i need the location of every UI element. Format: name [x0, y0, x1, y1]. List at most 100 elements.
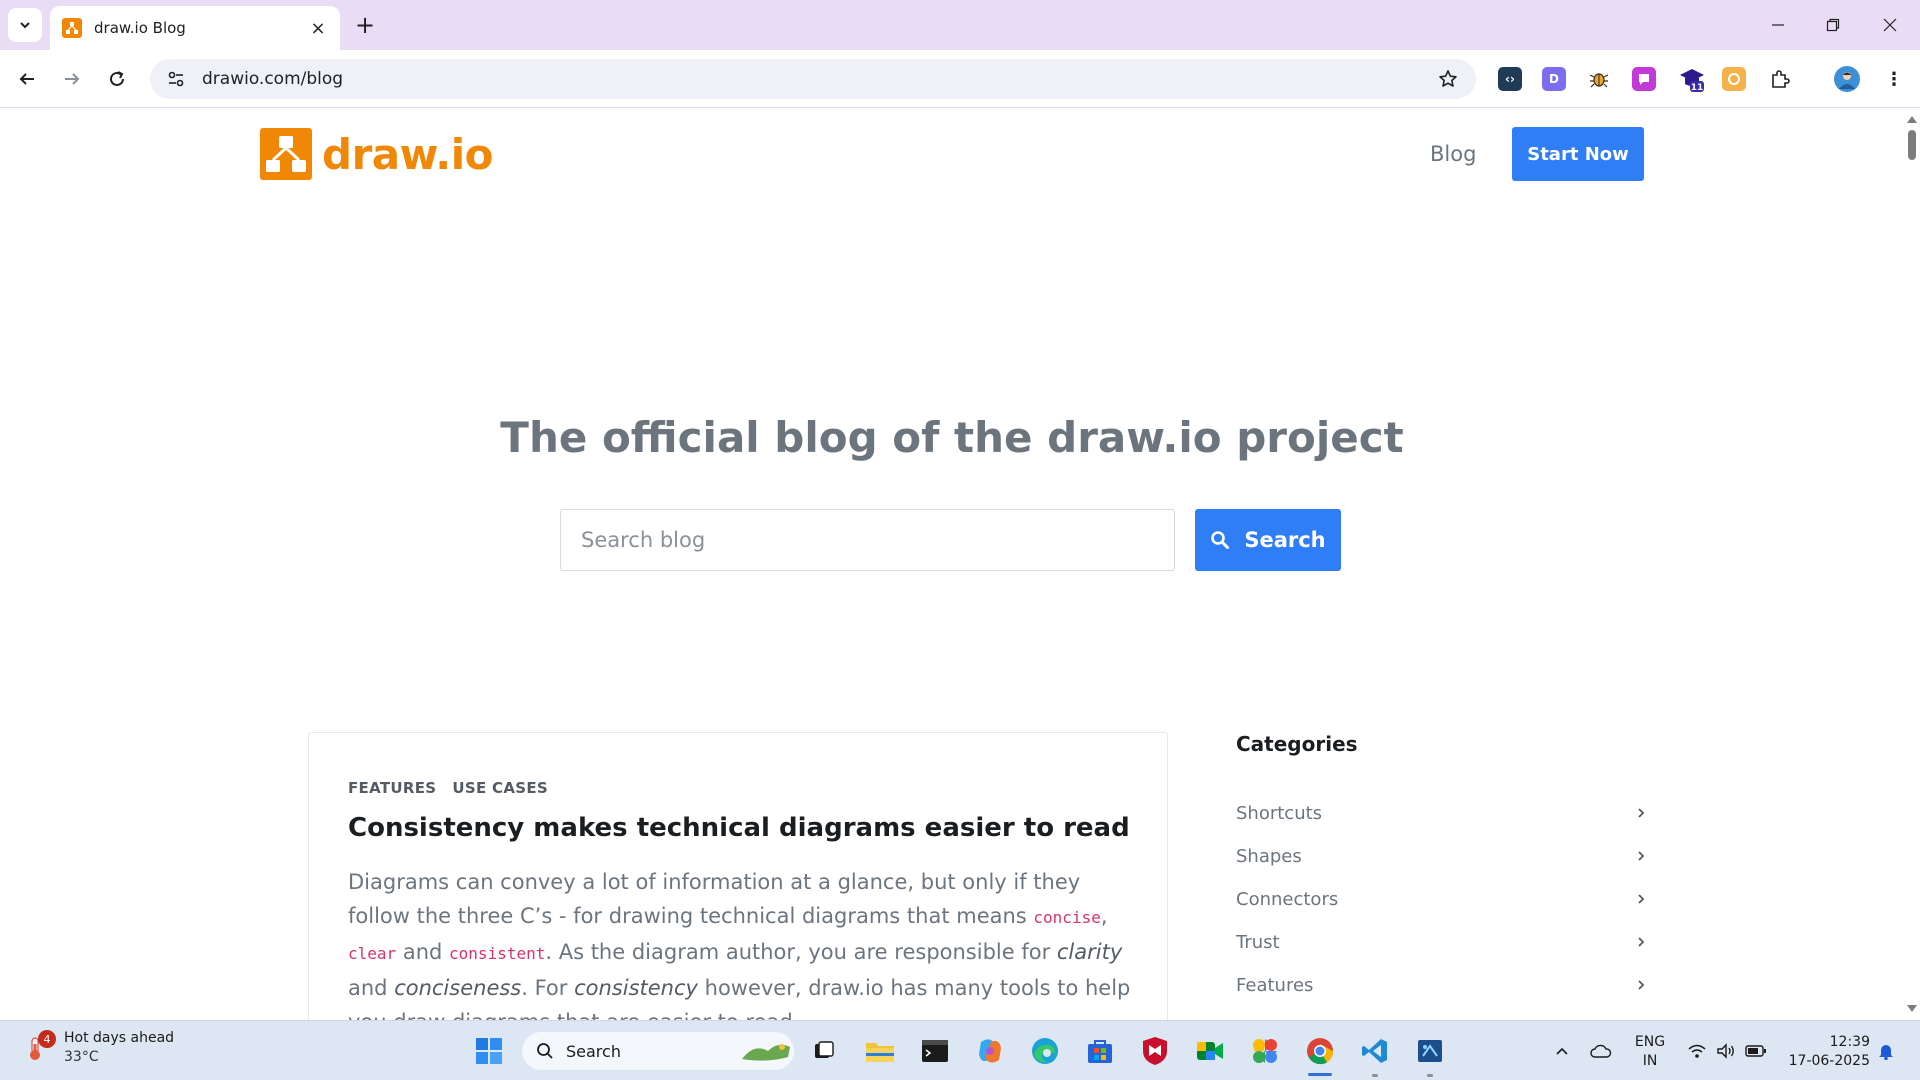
page-scrollbar[interactable] [1904, 108, 1920, 1020]
code-extension-icon[interactable]: ‹› [1498, 67, 1522, 91]
excerpt-text: . As the diagram author, you are respons… [545, 940, 1057, 964]
chat-extension-icon[interactable] [1632, 67, 1656, 91]
notifications-bell-icon[interactable] [1874, 1021, 1898, 1080]
new-tab-button[interactable]: + [352, 11, 378, 39]
back-button[interactable] [10, 62, 44, 96]
chrome-active-indicator [1308, 1073, 1332, 1076]
address-bar[interactable]: drawio.com/blog [150, 59, 1476, 99]
mcafee-icon[interactable] [1139, 1035, 1171, 1067]
browser-tab-active[interactable]: draw.io Blog × [50, 6, 340, 50]
bookmark-star-icon[interactable] [1428, 69, 1468, 89]
reload-icon [110, 71, 124, 86]
scroll-up-icon[interactable] [1907, 114, 1917, 124]
site-info-icon[interactable] [156, 70, 196, 88]
category-shapes[interactable]: Shapes [1236, 841, 1646, 871]
photos-icon[interactable] [1249, 1035, 1281, 1067]
search-icon [537, 1043, 553, 1059]
excerpt-code: consistent [449, 944, 546, 963]
tag-features[interactable]: FEATURES [348, 779, 436, 797]
excerpt-emphasis: clarity [1056, 940, 1123, 964]
category-features[interactable]: Features [1236, 970, 1646, 1000]
language-indicator[interactable]: ENG IN [1630, 1033, 1670, 1071]
blog-search-input[interactable]: Search blog [560, 509, 1175, 571]
chevron-down-icon [20, 22, 30, 29]
browser-toolbar: drawio.com/blog ‹› D 11 ⋮ [0, 50, 1920, 108]
weather-widget[interactable]: 4 Hot days ahead 33°C [22, 1029, 174, 1067]
minimize-button[interactable] [1750, 8, 1806, 42]
search-highlight-icon [742, 1044, 790, 1061]
vscode-open-indicator [1372, 1074, 1378, 1077]
tab-close-icon[interactable]: × [308, 18, 328, 39]
blog-post-card: FEATURES USE CASES Consistency makes tec… [308, 732, 1168, 1020]
wifi-icon[interactable] [1686, 1021, 1708, 1080]
terminal-icon[interactable] [919, 1035, 951, 1067]
arrow-left-icon [19, 73, 34, 85]
category-label: Connectors [1236, 888, 1339, 910]
category-connectors[interactable]: Connectors [1236, 884, 1646, 914]
thermometer-icon: 4 [22, 1030, 56, 1062]
url-text: drawio.com/blog [202, 69, 344, 89]
taskbar-search-label: Search [566, 1041, 621, 1061]
excerpt-text: Diagrams can convey a lot of information… [348, 870, 1081, 928]
site-logo[interactable]: draw.io [260, 128, 493, 180]
excerpt-code: clear [348, 944, 397, 963]
microsoft-store-icon[interactable] [1084, 1035, 1116, 1067]
copilot-icon[interactable] [974, 1035, 1006, 1067]
taskbar-search[interactable]: Search [522, 1032, 794, 1070]
app-open-indicator [1427, 1074, 1433, 1077]
close-window-button[interactable] [1862, 8, 1918, 42]
excerpt-code: concise [1033, 908, 1101, 927]
vscode-icon[interactable] [1359, 1035, 1391, 1067]
edge-browser-icon[interactable] [1029, 1035, 1061, 1067]
profile-avatar[interactable] [1834, 66, 1860, 92]
windows-start-icon[interactable] [473, 1035, 505, 1067]
drawio-logo-icon [260, 128, 312, 180]
forward-button[interactable] [55, 62, 89, 96]
meet-icon[interactable] [1194, 1035, 1226, 1067]
excerpt-emphasis: consistency [574, 976, 698, 1000]
tab-search-button[interactable] [8, 8, 42, 42]
show-hidden-icons-button[interactable] [1550, 1021, 1574, 1080]
volume-icon[interactable] [1715, 1021, 1737, 1080]
onedrive-icon[interactable] [1589, 1021, 1613, 1080]
excerpt-text: . For [521, 976, 575, 1000]
category-label: Shapes [1236, 845, 1302, 867]
category-shortcuts[interactable]: Shortcuts [1236, 798, 1646, 828]
category-trust[interactable]: Trust [1236, 927, 1646, 957]
windows-taskbar: 4 Hot days ahead 33°C Search ENG IN 12:3… [0, 1020, 1920, 1080]
web-page: draw.io Blog Start Now The official blog… [0, 108, 1904, 1020]
logo-wordmark: draw.io [322, 129, 493, 179]
clock-time: 12:39 [1829, 1034, 1870, 1050]
chevron-right-icon [1638, 851, 1645, 861]
taskbar-clock[interactable]: 12:39 17-06-2025 [1780, 1033, 1870, 1071]
orange-extension-icon[interactable] [1722, 67, 1746, 91]
page-title: The official blog of the draw.io project [500, 413, 1404, 462]
scroll-down-icon[interactable] [1907, 1004, 1917, 1014]
battery-icon[interactable] [1744, 1021, 1768, 1080]
excerpt-text: , [1100, 904, 1108, 928]
weather-title: Hot days ahead [64, 1030, 175, 1046]
extensions-puzzle-icon[interactable] [1768, 67, 1792, 91]
restore-button[interactable] [1805, 8, 1861, 42]
file-explorer-icon[interactable] [864, 1035, 896, 1067]
search-button[interactable]: Search [1195, 509, 1341, 571]
search-icon [1211, 531, 1230, 549]
chrome-icon[interactable] [1304, 1035, 1336, 1067]
post-title[interactable]: Consistency makes technical diagrams eas… [348, 813, 1130, 843]
scrollbar-thumb[interactable] [1908, 130, 1916, 160]
graduation-extension-icon[interactable]: 11 [1678, 65, 1706, 93]
search-placeholder: Search blog [581, 528, 706, 552]
start-now-button[interactable]: Start Now [1512, 127, 1644, 181]
task-view-icon[interactable] [808, 1035, 840, 1067]
chevron-right-icon [1638, 808, 1645, 818]
clock-date: 17-06-2025 [1788, 1053, 1870, 1069]
nav-link-blog[interactable]: Blog [1430, 142, 1476, 166]
bug-extension-icon[interactable] [1587, 67, 1611, 91]
snipping-tool-icon[interactable] [1414, 1035, 1446, 1067]
tag-use-cases[interactable]: USE CASES [452, 779, 548, 797]
weather-badge: 4 [38, 1030, 56, 1048]
browser-menu-icon[interactable]: ⋮ [1882, 67, 1906, 91]
d-extension-icon[interactable]: D [1542, 67, 1566, 91]
reload-button[interactable] [100, 62, 134, 96]
arrow-right-icon [65, 73, 80, 85]
